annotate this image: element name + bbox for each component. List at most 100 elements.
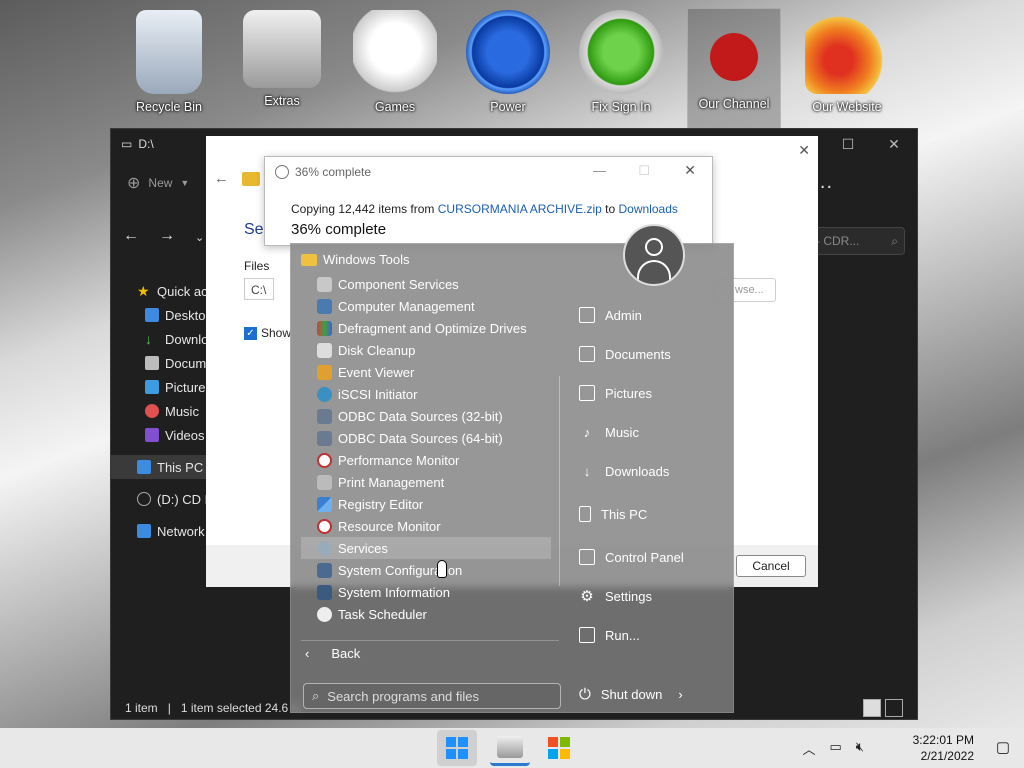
notification-icon[interactable]: ▢ xyxy=(996,738,1010,756)
close-icon[interactable]: ✕ xyxy=(798,142,810,159)
program-defragment[interactable]: Defragment and Optimize Drives xyxy=(317,317,551,339)
details-view-icon[interactable] xyxy=(863,699,881,717)
windows-tools-folder[interactable]: Windows Tools xyxy=(301,252,409,267)
program-event-viewer[interactable]: Event Viewer xyxy=(317,361,551,383)
progress-percent: 36% complete xyxy=(291,221,387,238)
search-icon: ⌕ xyxy=(312,688,320,703)
sidebar-item-documents[interactable]: Docum xyxy=(111,351,221,375)
desktop-icon-our-channel[interactable]: Our Channel xyxy=(687,8,781,130)
right-item-downloads[interactable]: ↓ Downloads xyxy=(579,459,670,483)
program-registry-editor[interactable]: Registry Editor xyxy=(317,493,551,515)
show-files-checkbox[interactable]: ✓ Show xyxy=(244,326,291,340)
xbox-icon xyxy=(579,10,663,94)
services-gear-icon xyxy=(317,540,332,556)
cancel-button[interactable]: Cancel xyxy=(736,555,806,577)
music-note-icon: ♪ xyxy=(583,424,591,440)
sidebar-item-music[interactable]: Music xyxy=(111,399,221,423)
sidebar-item-this-pc[interactable]: This PC xyxy=(111,455,221,479)
program-print-management[interactable]: Print Management xyxy=(317,471,551,493)
user-avatar[interactable] xyxy=(623,224,685,286)
store-bag-icon xyxy=(548,737,570,759)
sidebar-item-quick-access[interactable]: ★ Quick ac xyxy=(111,279,221,303)
source-link[interactable]: CURSORMANIA ARCHIVE.zip xyxy=(438,202,602,216)
sidebar-item-desktop[interactable]: Deskto xyxy=(111,303,221,327)
component-services-icon xyxy=(317,276,332,292)
printer-icon xyxy=(317,474,332,490)
desktop-icon-games[interactable]: Games xyxy=(339,6,451,124)
right-item-music[interactable]: ♪ Music xyxy=(579,420,639,444)
progress-titlebar: 36% complete xyxy=(275,165,371,179)
program-system-configuration[interactable]: System Configuration xyxy=(317,559,551,581)
network-icon xyxy=(137,524,151,538)
clock-icon xyxy=(317,606,332,622)
new-button[interactable]: ⊕ New ▼ xyxy=(127,173,189,193)
start-button[interactable] xyxy=(437,730,477,766)
desktop-icon-recycle-bin[interactable]: Recycle Bin xyxy=(113,6,225,124)
sidebar-item-videos[interactable]: Videos xyxy=(111,423,221,447)
right-item-admin[interactable]: Admin xyxy=(579,303,642,327)
status-item-count: 1 item xyxy=(125,701,158,715)
program-computer-management[interactable]: Computer Management xyxy=(317,295,551,317)
maximize-button[interactable]: ☐ xyxy=(825,129,871,159)
power-icon: ⏻ xyxy=(579,686,591,703)
user-icon xyxy=(645,238,663,256)
disk-cleanup-icon xyxy=(317,342,332,358)
desktop-icon-label: Recycle Bin xyxy=(136,100,202,114)
volume-muted-icon[interactable]: 🔇︎ xyxy=(856,739,864,758)
right-item-settings[interactable]: ⚙ Settings xyxy=(579,584,652,608)
back-button[interactable]: ‹ Back xyxy=(305,646,360,661)
sidebar-item-network[interactable]: Network xyxy=(111,519,221,543)
path-input[interactable]: C:\ xyxy=(244,278,274,300)
taskbar-file-explorer[interactable] xyxy=(490,730,530,766)
right-item-documents[interactable]: Documents xyxy=(579,342,671,366)
right-item-run[interactable]: Run... xyxy=(579,623,640,647)
minimize-button[interactable]: — xyxy=(593,163,606,178)
right-item-control-panel[interactable]: Control Panel xyxy=(579,545,684,569)
desktop-icon-our-website[interactable]: Our Website xyxy=(791,6,903,124)
maximize-button[interactable]: ☐ xyxy=(638,163,650,179)
desktop-icon-extras[interactable]: Extras xyxy=(226,6,338,124)
tiles-view-icon[interactable] xyxy=(885,699,903,717)
program-system-information[interactable]: System Information xyxy=(317,581,551,603)
chevron-right-icon[interactable]: › xyxy=(678,687,682,702)
start-search-input[interactable]: ⌕ Search programs and files xyxy=(303,683,561,709)
chevron-up-icon[interactable]: ︿ xyxy=(802,739,815,758)
picture-icon xyxy=(145,380,159,394)
clock-icon xyxy=(275,165,289,179)
forward-arrow-icon[interactable]: → xyxy=(159,227,175,245)
status-selection: 1 item selected 24.6 M xyxy=(180,701,302,715)
program-iscsi-initiator[interactable]: iSCSI Initiator xyxy=(317,383,551,405)
program-services[interactable]: Services xyxy=(301,537,551,559)
new-label: New xyxy=(148,176,173,190)
close-button[interactable]: ✕ xyxy=(684,162,696,179)
desktop-icon-power[interactable]: Power xyxy=(452,6,564,124)
chevron-down-icon[interactable]: ⌄ xyxy=(195,231,204,245)
back-arrow-icon[interactable]: ← xyxy=(123,227,139,245)
performance-monitor-icon xyxy=(317,452,332,468)
sidebar-item-cd-drive[interactable]: (D:) CD D xyxy=(111,487,221,511)
sidebar-item-pictures[interactable]: Picture xyxy=(111,375,221,399)
program-odbc-32[interactable]: ODBC Data Sources (32-bit) xyxy=(317,405,551,427)
sidebar-item-downloads[interactable]: ↓ Downlo xyxy=(111,327,221,351)
back-arrow-icon[interactable]: ← xyxy=(214,170,229,187)
program-resource-monitor[interactable]: Resource Monitor xyxy=(317,515,551,537)
program-disk-cleanup[interactable]: Disk Cleanup xyxy=(317,339,551,361)
column-divider xyxy=(559,376,560,586)
destination-link[interactable]: Downloads xyxy=(619,202,678,216)
windows-logo-icon xyxy=(446,737,468,759)
network-icon[interactable]: ▭ xyxy=(830,739,842,758)
taskbar-store[interactable] xyxy=(539,730,579,766)
right-item-this-pc[interactable]: This PC xyxy=(579,502,647,526)
picture-icon xyxy=(579,385,595,401)
chevron-down-icon: ▼ xyxy=(180,178,190,188)
taskbar-clock[interactable]: 3:22:01 PM 2/21/2022 xyxy=(913,732,974,764)
program-component-services[interactable]: Component Services xyxy=(317,273,551,295)
program-performance-monitor[interactable]: Performance Monitor xyxy=(317,449,551,471)
right-item-pictures[interactable]: Pictures xyxy=(579,381,652,405)
desktop-icon-fix-sign-in[interactable]: Fix Sign In xyxy=(565,6,677,124)
start-menu: Windows Tools Component Services Compute… xyxy=(290,224,734,713)
shutdown-button[interactable]: ⏻ Shut down › xyxy=(579,686,683,703)
program-odbc-64[interactable]: ODBC Data Sources (64-bit) xyxy=(317,427,551,449)
program-task-scheduler[interactable]: Task Scheduler xyxy=(317,603,551,625)
close-button[interactable]: ✕ xyxy=(871,129,917,159)
